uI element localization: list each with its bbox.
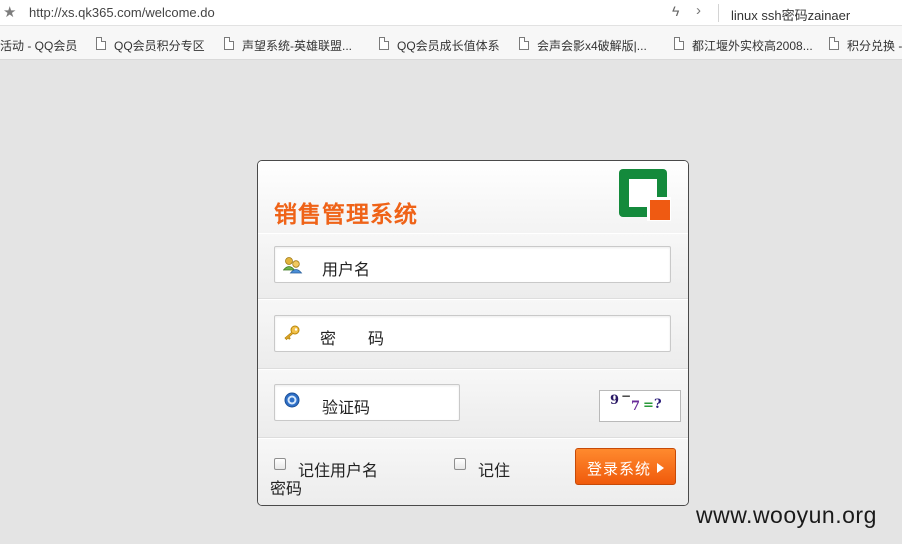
users-icon	[283, 257, 303, 274]
bookmark-item[interactable]: 声望系统-英雄联盟...	[242, 37, 352, 54]
login-button[interactable]: 登录系统	[575, 448, 676, 485]
lightning-icon[interactable]: ϟ	[672, 3, 679, 19]
captcha-image[interactable]: 9 − 7 = ?	[599, 389, 681, 422]
address-separator	[718, 4, 719, 22]
login-button-label: 登录系统	[587, 460, 652, 478]
system-title: 销售管理系统	[274, 201, 418, 227]
password-input[interactable]: 密 码	[274, 315, 671, 352]
bookmark-item[interactable]: 都江堰外实校高2008...	[692, 37, 813, 54]
password-placeholder: 密 码	[320, 331, 385, 348]
chevron-right-icon[interactable]: ›	[696, 2, 701, 19]
bookmarks-bar: 活动 - QQ会员 QQ会员积分专区 声望系统-英雄联盟... QQ会员成长值体…	[0, 26, 902, 60]
captcha-char: 7	[631, 399, 641, 414]
remember-password-label: 记住	[478, 463, 511, 480]
page-icon	[829, 37, 839, 50]
key-icon	[284, 325, 300, 341]
bookmark-item[interactable]: QQ会员成长值体系	[397, 37, 500, 54]
remember-password-label-wrap: 密码	[270, 481, 303, 498]
search-box-text[interactable]: linux ssh密码zainaer	[731, 5, 850, 24]
shield-check-icon	[284, 392, 300, 408]
page-icon	[519, 37, 529, 50]
captcha-char: ?	[654, 397, 662, 412]
login-header: 销售管理系统	[258, 161, 688, 233]
bookmark-star-icon[interactable]: ★	[3, 3, 16, 21]
bookmark-item[interactable]: 会声会影x4破解版|...	[537, 37, 647, 54]
remember-username-checkbox[interactable]	[274, 458, 286, 470]
bookmark-item[interactable]: 活动 - QQ会员	[0, 37, 77, 54]
page-icon	[379, 37, 389, 50]
remember-username-label: 记住用户名	[298, 463, 379, 480]
logo-icon	[619, 169, 671, 221]
play-arrow-icon	[657, 463, 664, 473]
username-placeholder: 用户名	[322, 262, 371, 279]
bookmark-item[interactable]: 积分兑换 -	[847, 37, 902, 54]
captcha-input[interactable]: 验证码	[274, 384, 460, 421]
login-panel: 销售管理系统 用户名 密 码 验证码 9 − 7 = ? 记住用户名 记住 密码…	[257, 160, 689, 506]
page-icon	[224, 37, 234, 50]
captcha-char: 9	[610, 393, 620, 408]
page-icon	[96, 37, 106, 50]
captcha-placeholder: 验证码	[322, 400, 371, 417]
watermark: www.wooyun.org	[696, 502, 877, 528]
address-bar[interactable]: ★ http://xs.qk365.com/welcome.do ϟ › lin…	[0, 0, 902, 26]
bookmark-item[interactable]: QQ会员积分专区	[114, 37, 205, 54]
url-text[interactable]: http://xs.qk365.com/welcome.do	[29, 5, 215, 20]
page-icon	[674, 37, 684, 50]
username-input[interactable]: 用户名	[274, 246, 671, 283]
captcha-char: =	[643, 398, 654, 413]
remember-password-checkbox[interactable]	[454, 458, 466, 470]
captcha-char: −	[621, 389, 632, 403]
